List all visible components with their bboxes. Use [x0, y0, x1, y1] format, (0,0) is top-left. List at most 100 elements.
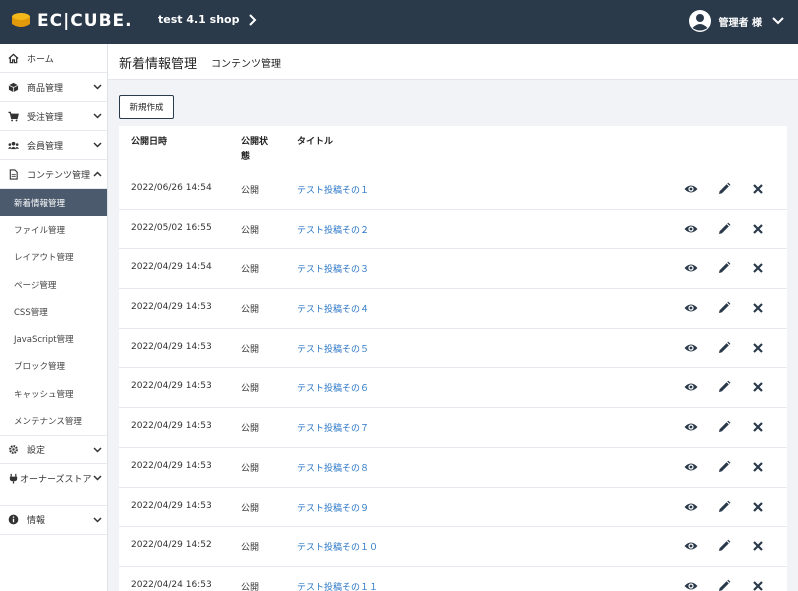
sidebar-item-label: 会員管理: [27, 141, 64, 152]
sidebar-item-label: ホーム: [27, 54, 54, 65]
row-title-link[interactable]: テスト投稿その７: [297, 421, 369, 434]
table-row: 2022/04/29 14:54 公開 テスト投稿その３: [119, 249, 787, 290]
users-icon: [8, 141, 19, 149]
new-post-button[interactable]: 新規作成: [119, 95, 174, 119]
row-date: 2022/04/29 14:53: [131, 500, 212, 511]
pencil-icon[interactable]: [717, 579, 731, 591]
sidebar-item-info[interactable]: 情報: [0, 506, 107, 535]
sidebar-item-label: 設定: [27, 445, 46, 456]
info-icon: [8, 514, 19, 525]
row-title-link[interactable]: テスト投稿その３: [297, 262, 369, 275]
chevron-down-icon: [93, 447, 102, 453]
pencil-icon[interactable]: [717, 500, 731, 514]
row-date: 2022/04/29 14:52: [131, 540, 212, 551]
user-menu[interactable]: 管理者 様: [688, 9, 784, 33]
submenu-blocks[interactable]: ブロック管理: [0, 353, 107, 380]
chevron-down-icon: [93, 475, 102, 481]
eye-icon[interactable]: [684, 579, 698, 591]
submenu-news[interactable]: 新着情報管理: [0, 189, 107, 217]
pencil-icon[interactable]: [717, 539, 731, 553]
sidebar: ホーム 商品管理 受注管理 会員管理 コンテンツ管理 新着情報管理 ファイル管理…: [0, 44, 108, 591]
pencil-icon[interactable]: [717, 261, 731, 275]
delete-x-icon[interactable]: [751, 341, 765, 355]
pencil-icon[interactable]: [717, 460, 731, 474]
page-header: 新着情報管理 コンテンツ管理: [108, 44, 798, 80]
pencil-icon[interactable]: [717, 380, 731, 394]
delete-x-icon[interactable]: [751, 301, 765, 315]
delete-x-icon[interactable]: [751, 579, 765, 591]
sidebar-item-orders[interactable]: 受注管理: [0, 102, 107, 131]
submenu-javascript[interactable]: JavaScript管理: [0, 325, 107, 352]
chevron-down-icon: [93, 142, 102, 148]
sidebar-item-label: コンテンツ管理: [27, 170, 91, 181]
row-title-link[interactable]: テスト投稿その２: [297, 223, 369, 236]
pencil-icon[interactable]: [717, 341, 731, 355]
submenu-files[interactable]: ファイル管理: [0, 216, 107, 243]
row-title-link[interactable]: テスト投稿その８: [297, 461, 369, 474]
delete-x-icon[interactable]: [751, 261, 765, 275]
user-avatar-icon: [688, 10, 711, 32]
submenu-pages[interactable]: ページ管理: [0, 271, 107, 298]
sidebar-item-content[interactable]: コンテンツ管理: [0, 160, 107, 189]
sidebar-item-home[interactable]: ホーム: [0, 44, 107, 73]
eye-icon[interactable]: [684, 539, 698, 553]
table-row: 2022/04/29 14:53 公開 テスト投稿その４: [119, 289, 787, 329]
sidebar-item-products[interactable]: 商品管理: [0, 73, 107, 102]
header-status: 公開状態: [241, 137, 269, 162]
table-row: 2022/04/29 14:53 公開 テスト投稿その７: [119, 408, 787, 448]
delete-x-icon[interactable]: [751, 182, 765, 196]
sidebar-item-settings[interactable]: 設定: [0, 434, 107, 464]
row-status: 公開: [241, 384, 260, 395]
shop-name: test 4.1 shop: [158, 13, 240, 26]
table-row: 2022/04/29 14:53 公開 テスト投稿その５: [119, 329, 787, 369]
eye-icon[interactable]: [684, 301, 698, 315]
eye-icon[interactable]: [684, 261, 698, 275]
row-title-link[interactable]: テスト投稿その１１: [297, 580, 378, 591]
submenu-maintenance[interactable]: メンテナンス管理: [0, 407, 107, 434]
row-title-link[interactable]: テスト投稿その４: [297, 302, 369, 315]
chevron-down-icon: [772, 17, 784, 25]
row-title-link[interactable]: テスト投稿その１０: [297, 540, 378, 553]
delete-x-icon[interactable]: [751, 380, 765, 394]
eye-icon[interactable]: [684, 420, 698, 434]
eye-icon[interactable]: [684, 222, 698, 236]
eye-icon[interactable]: [684, 341, 698, 355]
delete-x-icon[interactable]: [751, 500, 765, 514]
sidebar-item-members[interactable]: 会員管理: [0, 131, 107, 160]
delete-x-icon[interactable]: [751, 539, 765, 553]
delete-x-icon[interactable]: [751, 222, 765, 236]
delete-x-icon[interactable]: [751, 420, 765, 434]
sidebar-item-label: 受注管理: [27, 112, 64, 123]
row-title-link[interactable]: テスト投稿その１: [297, 183, 369, 196]
shop-link[interactable]: test 4.1 shop: [158, 13, 257, 26]
delete-x-icon[interactable]: [751, 460, 765, 474]
row-status: 公開: [241, 543, 260, 554]
eye-icon[interactable]: [684, 380, 698, 394]
row-title-link[interactable]: テスト投稿その９: [297, 501, 369, 514]
content-submenu: 新着情報管理 ファイル管理 レイアウト管理 ページ管理 CSS管理 JavaSc…: [0, 189, 107, 435]
home-icon: [8, 53, 19, 63]
eye-icon[interactable]: [684, 182, 698, 196]
chevron-down-icon: [93, 113, 102, 119]
eye-icon[interactable]: [684, 460, 698, 474]
pencil-icon[interactable]: [717, 301, 731, 315]
logo[interactable]: EC|CUBE.: [10, 9, 133, 33]
pencil-icon[interactable]: [717, 182, 731, 196]
row-title-link[interactable]: テスト投稿その５: [297, 342, 369, 355]
row-date: 2022/04/29 14:53: [131, 341, 212, 352]
row-title-link[interactable]: テスト投稿その６: [297, 381, 369, 394]
pencil-icon[interactable]: [717, 420, 731, 434]
submenu-css[interactable]: CSS管理: [0, 298, 107, 325]
submenu-cache[interactable]: キャッシュ管理: [0, 380, 107, 407]
eye-icon[interactable]: [684, 500, 698, 514]
page-subtitle: コンテンツ管理: [211, 59, 281, 70]
pencil-icon[interactable]: [717, 222, 731, 236]
row-date: 2022/04/29 14:53: [131, 421, 212, 432]
table-row: 2022/06/26 14:54 公開 テスト投稿その１: [119, 170, 787, 210]
row-date: 2022/04/29 14:53: [131, 381, 212, 392]
table-row: 2022/05/02 16:55 公開 テスト投稿その２: [119, 210, 787, 250]
chevron-down-icon: [93, 84, 102, 90]
chevron-right-icon: [249, 13, 257, 26]
sidebar-item-owners-store[interactable]: オーナーズストア: [0, 464, 107, 506]
submenu-layout[interactable]: レイアウト管理: [0, 244, 107, 271]
